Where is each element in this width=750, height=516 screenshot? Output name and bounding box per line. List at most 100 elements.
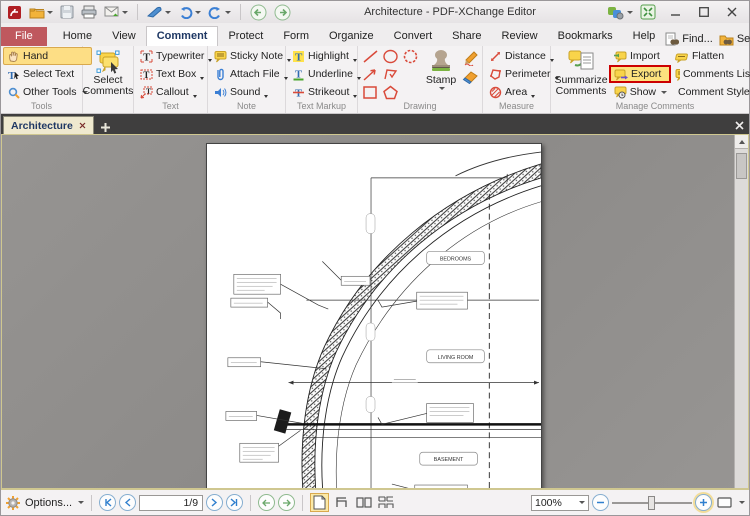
cloud-tool-icon[interactable] bbox=[402, 49, 419, 64]
search-icon bbox=[719, 35, 734, 45]
sticky-note-button[interactable]: Sticky Note bbox=[210, 47, 295, 65]
export-comments-button[interactable]: Export bbox=[609, 65, 671, 83]
eraser-tool-icon[interactable] bbox=[462, 70, 480, 84]
undo-button[interactable] bbox=[176, 4, 203, 20]
document-view[interactable]: BEDROOMS LIVING ROOM BASEMENT bbox=[1, 134, 749, 489]
view-back-button[interactable] bbox=[258, 494, 276, 511]
two-pages-layout-button[interactable] bbox=[354, 493, 373, 512]
pencil-tool-icon[interactable] bbox=[462, 50, 480, 66]
pdf-page[interactable]: BEDROOMS LIVING ROOM BASEMENT bbox=[206, 143, 542, 488]
save-button[interactable] bbox=[58, 4, 76, 20]
email-button[interactable] bbox=[102, 5, 130, 20]
first-page-button[interactable] bbox=[99, 494, 117, 511]
scroll-up-button[interactable] bbox=[735, 135, 748, 149]
pentagon-tool-icon[interactable] bbox=[382, 85, 399, 100]
other-tools-button[interactable]: Other Tools bbox=[3, 83, 92, 101]
launch-application-button[interactable] bbox=[145, 5, 173, 19]
typewriter-button[interactable]: T Typewriter bbox=[136, 47, 216, 65]
page-number-field[interactable]: 1/9 bbox=[139, 494, 204, 511]
document-tab-architecture[interactable]: Architecture bbox=[3, 116, 94, 134]
underline-button[interactable]: T Underline bbox=[288, 65, 365, 83]
single-page-layout-button[interactable] bbox=[310, 493, 330, 512]
import-comments-button[interactable]: Import bbox=[609, 47, 671, 65]
tab-view[interactable]: View bbox=[102, 27, 146, 46]
ellipse-tool-icon[interactable] bbox=[382, 49, 399, 64]
highlight-button[interactable]: T Highlight bbox=[288, 47, 365, 65]
ribbon-group-drawing: Stamp Drawing bbox=[358, 46, 483, 113]
summarize-comments-button[interactable]: Summarize Comments bbox=[553, 47, 609, 101]
show-comments-button[interactable]: Show bbox=[609, 83, 671, 101]
zoom-in-button[interactable] bbox=[695, 494, 712, 511]
history-back-button[interactable] bbox=[248, 3, 269, 22]
search-button[interactable]: Search... bbox=[719, 33, 750, 46]
stamp-icon bbox=[432, 50, 450, 71]
scrollbar-thumb[interactable] bbox=[736, 153, 747, 179]
highlight-icon: T bbox=[293, 50, 304, 63]
minimize-button[interactable] bbox=[663, 3, 689, 21]
flatten-comments-button[interactable]: Flatten bbox=[671, 47, 750, 65]
last-page-button[interactable] bbox=[226, 494, 244, 511]
options-button[interactable]: Options... bbox=[5, 495, 85, 511]
zoom-slider-thumb[interactable] bbox=[648, 495, 655, 510]
zoom-slider[interactable] bbox=[612, 495, 692, 510]
next-page-button[interactable] bbox=[206, 494, 224, 511]
sticky-note-icon bbox=[214, 50, 227, 62]
callout-button[interactable]: T Callout bbox=[136, 83, 216, 101]
tab-review[interactable]: Review bbox=[492, 27, 548, 46]
tab-share[interactable]: Share bbox=[442, 27, 491, 46]
tab-home[interactable]: Home bbox=[53, 27, 102, 46]
close-pane-button[interactable] bbox=[729, 116, 749, 134]
tab-form[interactable]: Form bbox=[273, 27, 319, 46]
ui-options-button[interactable] bbox=[607, 3, 633, 21]
export-icon bbox=[614, 69, 628, 80]
tab-file[interactable]: File bbox=[1, 27, 47, 46]
comments-list-button[interactable]: Comments List bbox=[671, 65, 750, 83]
select-comments-button[interactable]: Select Comments bbox=[83, 47, 133, 101]
find-button[interactable]: Find... bbox=[665, 32, 713, 46]
close-tab-icon[interactable] bbox=[79, 122, 86, 129]
close-button[interactable] bbox=[719, 3, 745, 21]
quick-access-toolbar bbox=[5, 3, 293, 22]
underline-icon: T bbox=[293, 69, 304, 80]
history-forward-button[interactable] bbox=[272, 3, 293, 22]
vertical-scrollbar[interactable] bbox=[734, 135, 748, 488]
text-box-button[interactable]: T Text Box bbox=[136, 65, 216, 83]
polygon-line-tool-icon[interactable] bbox=[382, 67, 399, 82]
previous-page-button[interactable] bbox=[119, 494, 137, 511]
stamp-button[interactable]: Stamp bbox=[420, 47, 462, 101]
comment-styles-button[interactable]: Comment Styles bbox=[671, 83, 750, 101]
group-label-note: Note bbox=[236, 101, 256, 111]
continuous-layout-button[interactable] bbox=[332, 493, 351, 512]
window-title: Architecture - PDF-XChange Editor bbox=[364, 6, 536, 18]
open-button[interactable] bbox=[27, 4, 55, 20]
rectangle-tool-icon[interactable] bbox=[362, 85, 379, 100]
tab-organize[interactable]: Organize bbox=[319, 27, 384, 46]
select-text-button[interactable]: T Select Text bbox=[3, 65, 92, 83]
group-label-measure: Measure bbox=[498, 101, 534, 111]
hand-icon bbox=[9, 51, 18, 62]
other-tools-icon bbox=[8, 87, 20, 99]
sound-button[interactable]: Sound bbox=[210, 83, 295, 101]
fullscreen-button[interactable] bbox=[635, 3, 661, 21]
zoom-level-select[interactable]: 100% bbox=[531, 494, 589, 511]
attach-file-button[interactable]: Attach File bbox=[210, 65, 295, 83]
redo-button[interactable] bbox=[206, 4, 233, 20]
new-tab-button[interactable] bbox=[98, 120, 114, 134]
tab-convert[interactable]: Convert bbox=[384, 27, 443, 46]
maximize-button[interactable] bbox=[691, 3, 717, 21]
strikeout-button[interactable]: T Strikeout bbox=[288, 83, 365, 101]
fit-page-button[interactable] bbox=[715, 493, 734, 512]
tab-protect[interactable]: Protect bbox=[218, 27, 273, 46]
tab-help[interactable]: Help bbox=[623, 27, 666, 46]
arrow-tool-icon[interactable] bbox=[362, 67, 379, 82]
hand-tool-button[interactable]: Hand bbox=[3, 47, 92, 65]
line-tool-icon[interactable] bbox=[362, 49, 379, 64]
view-forward-button[interactable] bbox=[278, 494, 296, 511]
zoom-out-button[interactable] bbox=[592, 494, 609, 511]
svg-text:T: T bbox=[295, 88, 302, 98]
tab-bookmarks[interactable]: Bookmarks bbox=[548, 27, 623, 46]
two-pages-continuous-layout-button[interactable] bbox=[376, 493, 395, 512]
tab-comment[interactable]: Comment bbox=[145, 26, 219, 46]
print-button[interactable] bbox=[79, 4, 99, 20]
fit-options-dropdown-icon[interactable] bbox=[739, 501, 745, 504]
